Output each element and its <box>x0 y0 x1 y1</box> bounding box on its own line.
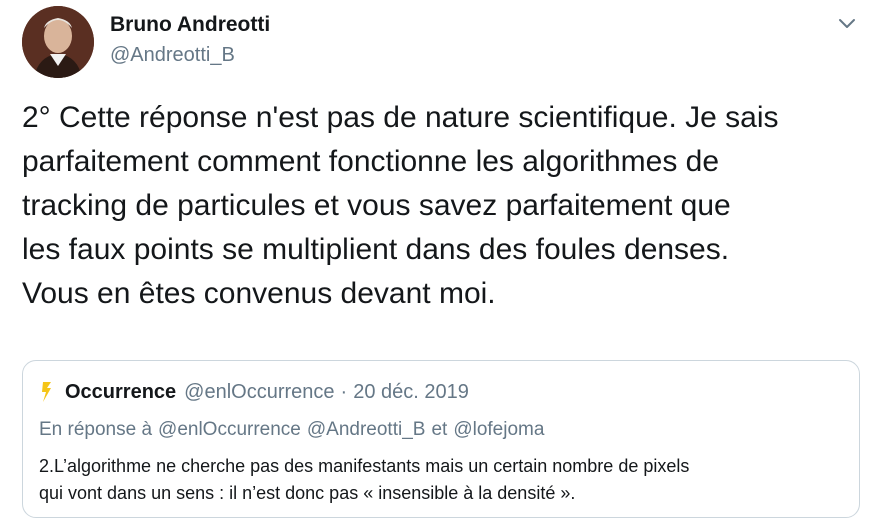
quoted-display-name: Occurrence <box>65 380 177 403</box>
quoted-tweet[interactable]: Occurrence @enlOccurrence · 20 déc. 2019… <box>22 360 860 518</box>
quoted-date: 20 déc. 2019 <box>353 380 469 403</box>
quoted-text-line-1: 2.L’algorithme ne cherche pas des manife… <box>39 456 690 476</box>
reply-mention-1[interactable]: @enlOccurrence <box>158 419 301 440</box>
quoted-tweet-text: 2.L’algorithme ne cherche pas des manife… <box>39 453 839 507</box>
quoted-handle: @enlOccurrence <box>184 380 335 403</box>
reply-conjunction: et <box>431 419 448 440</box>
avatar[interactable] <box>22 6 94 78</box>
quoted-tweet-header: Occurrence @enlOccurrence · 20 déc. 2019 <box>39 379 469 405</box>
quoted-text-line-2: qui vont dans un sens : il n’est donc pa… <box>39 483 576 503</box>
quoted-separator: · <box>340 380 348 403</box>
occurrence-logo-icon <box>39 380 55 404</box>
tweet-text: 2° Cette réponse n'est pas de nature sci… <box>22 101 779 310</box>
reply-mention-2[interactable]: @Andreotti_B <box>307 419 426 440</box>
quoted-reply-context: En réponse à @enlOccurrence @Andreotti_B et… <box>39 419 550 441</box>
author-names: Bruno Andreotti @Andreotti_B <box>110 12 270 68</box>
tweet-header: Bruno Andreotti @Andreotti_B <box>22 6 868 78</box>
chevron-down-icon[interactable] <box>834 10 860 36</box>
tweet-card: Bruno Andreotti @Andreotti_B 2° Cette ré… <box>0 0 880 530</box>
author-handle[interactable]: @Andreotti_B <box>110 42 270 68</box>
reply-prefix: En réponse à <box>39 419 153 440</box>
author-display-name[interactable]: Bruno Andreotti <box>110 12 270 38</box>
reply-mention-3[interactable]: @lofejoma <box>453 419 544 440</box>
